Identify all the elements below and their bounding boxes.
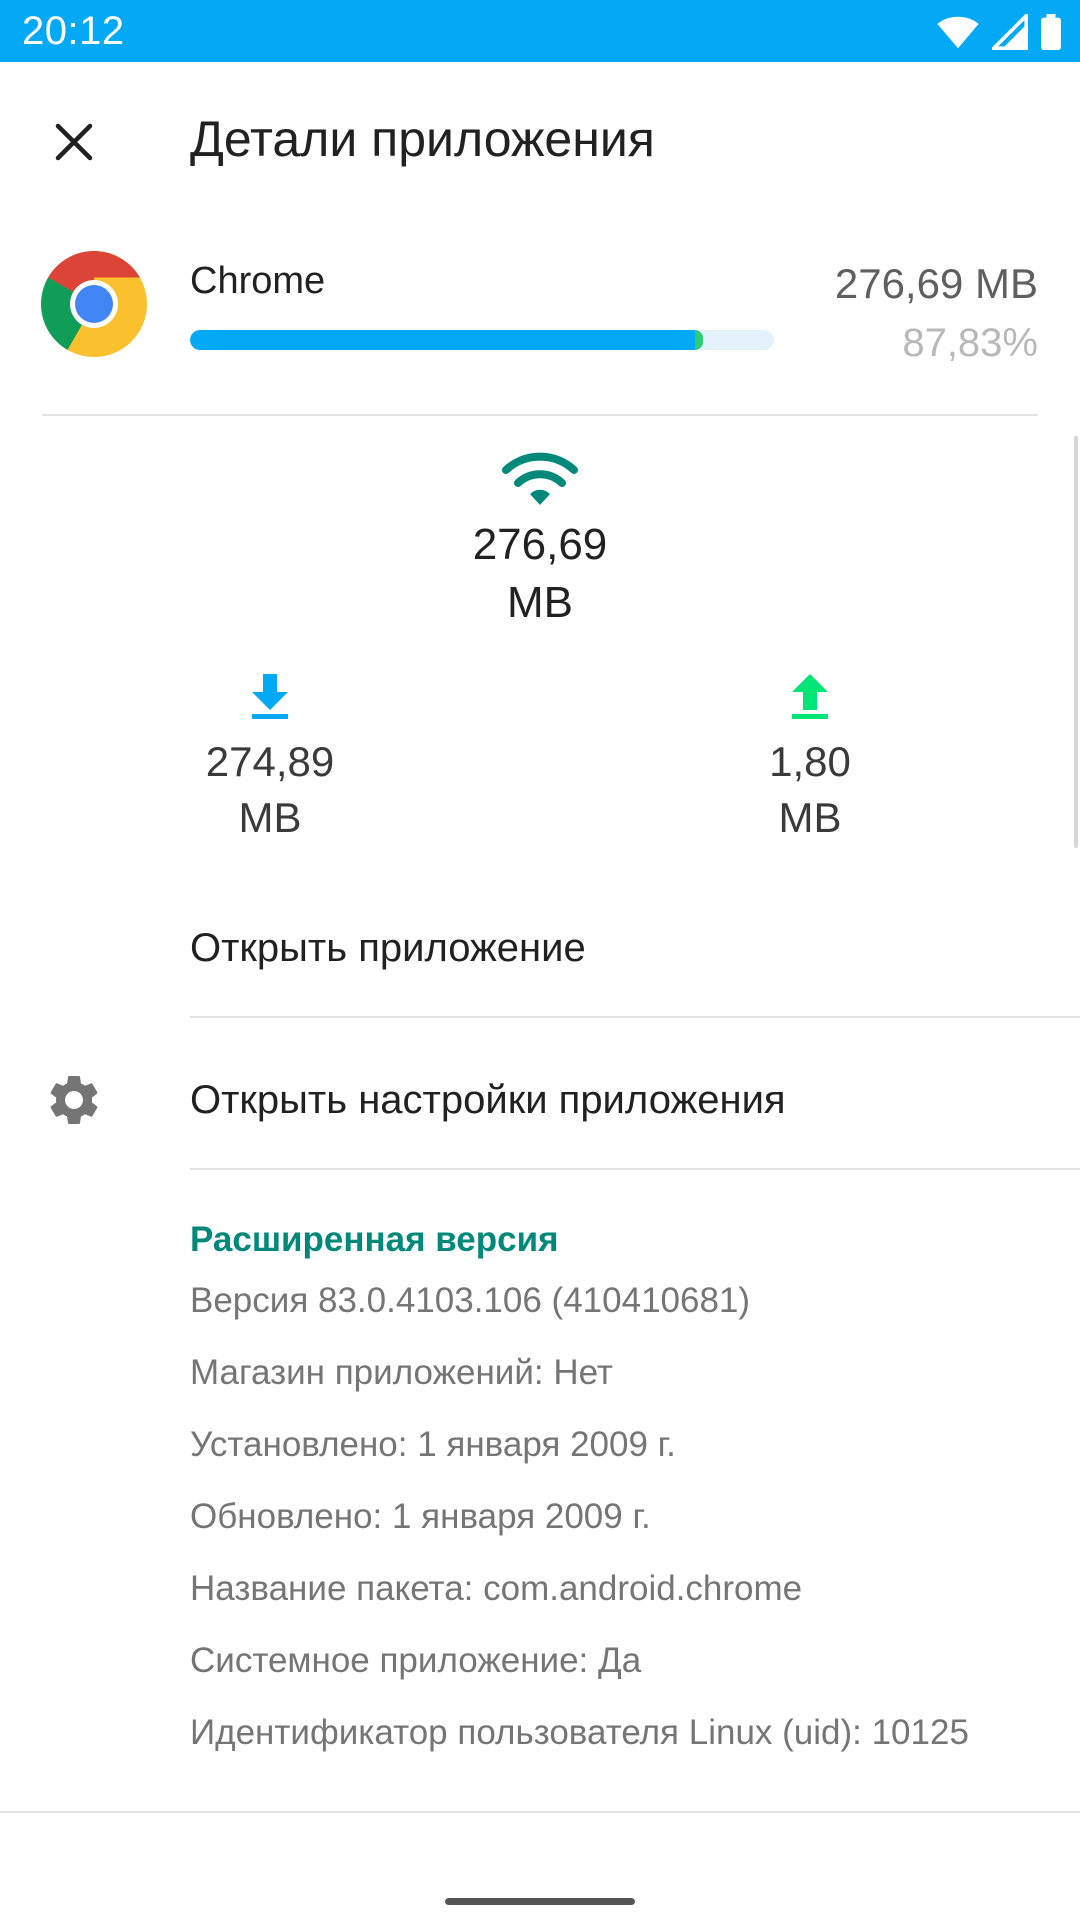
upload-unit: MB	[778, 794, 842, 841]
app-name: Chrome	[190, 260, 326, 302]
upload-value: 1,80	[769, 738, 851, 785]
advanced-section: Расширенная версия Версия 83.0.4103.106 …	[190, 1210, 1050, 1780]
scrollbar[interactable]	[1074, 436, 1078, 848]
download-unit: MB	[238, 794, 302, 841]
package-name-info: Название пакета: com.android.chrome	[190, 1569, 803, 1608]
status-time: 20:12	[22, 9, 125, 53]
total-traffic-value: 276,69	[472, 520, 608, 569]
signal-icon	[992, 14, 1028, 50]
total-traffic-unit: MB	[507, 578, 573, 627]
advanced-section-title: Расширенная версия	[190, 1220, 559, 1259]
version-info: Версия 83.0.4103.106 (410410681)	[190, 1281, 751, 1320]
app-summary-row: Chrome 276,69 MB 87,83%	[0, 230, 1080, 410]
system-app-info: Системное приложение: Да	[190, 1641, 642, 1680]
divider	[0, 1811, 1080, 1813]
upload-traffic: 1,80 MB	[680, 672, 940, 846]
gesture-navigation-handle[interactable]	[445, 1898, 635, 1905]
open-app-label: Открыть приложение	[190, 926, 586, 970]
divider	[42, 414, 1038, 416]
divider	[190, 1016, 1080, 1018]
usage-progress-bar	[190, 330, 774, 350]
app-traffic-percent: 87,83%	[902, 321, 1038, 365]
wifi-icon	[502, 452, 578, 505]
updated-date-info: Обновлено: 1 января 2009 г.	[190, 1497, 651, 1536]
download-value: 274,89	[205, 738, 335, 785]
chrome-logo-icon	[40, 251, 147, 357]
linux-uid-info: Идентификатор пользователя Linux (uid): …	[190, 1713, 969, 1752]
app-store-info: Магазин приложений: Нет	[190, 1353, 613, 1392]
download-icon	[252, 674, 288, 719]
app-details-screen: 20:12 Детали приложения Chrome 276,69 MB…	[0, 0, 1080, 1920]
open-app-settings-button[interactable]: Открыть настройки приложения	[0, 1030, 1080, 1170]
status-bar: 20:12	[0, 0, 1080, 62]
close-button[interactable]	[34, 102, 114, 182]
wifi-icon	[936, 14, 980, 50]
gear-icon	[50, 1076, 98, 1124]
status-icons	[936, 10, 1062, 54]
open-app-button[interactable]: Открыть приложение	[0, 878, 1080, 1018]
divider	[190, 1168, 1080, 1170]
installed-date-info: Установлено: 1 января 2009 г.	[190, 1425, 676, 1464]
close-icon	[55, 123, 93, 161]
page-title: Детали приложения	[190, 111, 655, 167]
open-app-settings-label: Открыть настройки приложения	[190, 1078, 786, 1122]
usage-progress-fill	[190, 330, 703, 350]
battery-icon	[1040, 14, 1062, 50]
app-traffic-size: 276,69 MB	[834, 260, 1038, 307]
toolbar: Детали приложения	[0, 62, 1080, 212]
upload-icon	[792, 674, 828, 719]
total-traffic: 276,69 MB	[340, 450, 740, 632]
download-traffic: 274,89 MB	[140, 672, 400, 846]
